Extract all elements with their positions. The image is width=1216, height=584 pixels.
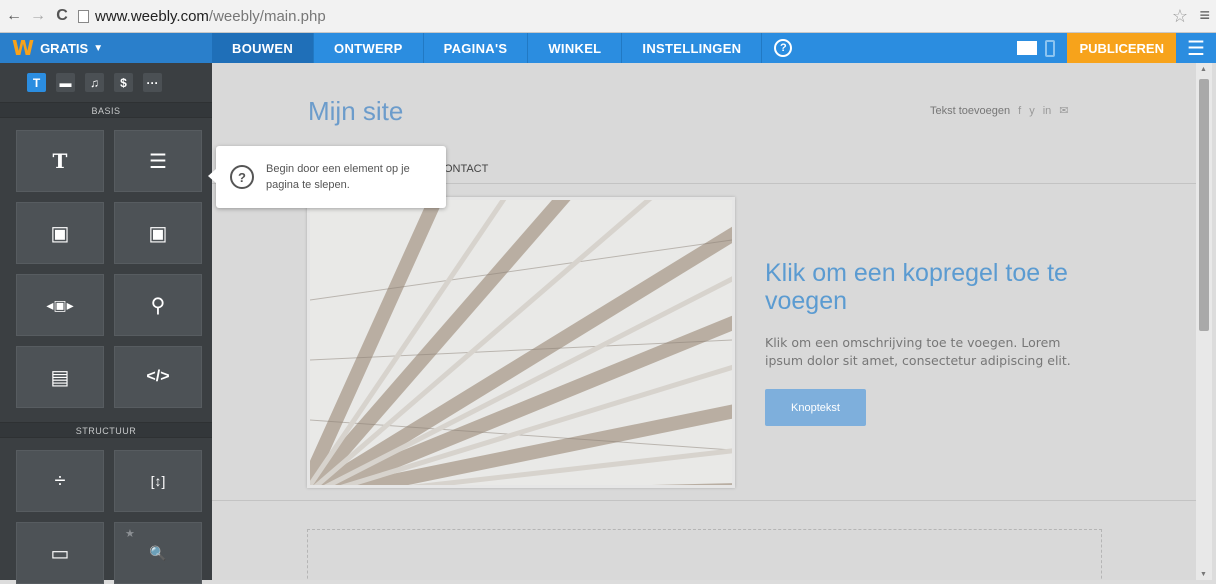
hero-button[interactable]: Knoptekst bbox=[765, 389, 866, 426]
more-category-icon[interactable]: ··· bbox=[143, 73, 162, 92]
tab-paginas[interactable]: PAGINA'S bbox=[424, 33, 529, 63]
text-element[interactable]: ☰ bbox=[114, 130, 202, 192]
forward-icon[interactable]: → bbox=[28, 6, 48, 26]
onboarding-tooltip: ? Begin door een element op je pagina te… bbox=[208, 146, 446, 208]
mail-icon[interactable]: ✉ bbox=[1059, 104, 1068, 117]
basic-elements-grid: T ☰ ▣ ▣ ◂▣▸ ⚲ ▤ </> bbox=[0, 118, 212, 408]
plan-label: GRATIS bbox=[40, 40, 89, 56]
mobile-view-icon[interactable] bbox=[1045, 39, 1056, 57]
back-icon[interactable]: ← bbox=[4, 6, 24, 26]
title-element[interactable]: T bbox=[16, 130, 104, 192]
hamburger-menu-icon[interactable]: ☰ bbox=[1176, 33, 1216, 63]
page-icon bbox=[78, 9, 89, 23]
divider-icon: ÷ bbox=[54, 469, 66, 492]
divider-element[interactable]: ÷ bbox=[16, 450, 104, 512]
wood-beams-image bbox=[310, 200, 732, 485]
hero-description[interactable]: Klik om een omschrijving toe te voegen. … bbox=[765, 334, 1075, 370]
commerce-category-icon[interactable]: $ bbox=[114, 73, 133, 92]
linkedin-icon[interactable]: in bbox=[1043, 105, 1052, 117]
site-canvas: Mijn site Tekst toevoegen f y in ✉ CONTA… bbox=[212, 63, 1196, 580]
form-element[interactable]: ▤ bbox=[16, 346, 104, 408]
tooltip-text: Begin door een element op je pagina te s… bbox=[266, 163, 410, 191]
premium-star-icon: ★ bbox=[125, 528, 135, 540]
element-sidebar: T ▬ ♫ $ ··· BASIS T ☰ ▣ ▣ ◂▣▸ ⚲ ▤ </> ST… bbox=[0, 63, 212, 584]
facebook-icon[interactable]: f bbox=[1018, 105, 1021, 117]
section-label-structuur: STRUCTUUR bbox=[0, 422, 212, 438]
canvas-scrollbar[interactable]: ▲ ▼ bbox=[1196, 63, 1212, 580]
publish-button[interactable]: PUBLICEREN bbox=[1067, 33, 1176, 63]
url-host: www.weebly.com bbox=[95, 7, 209, 25]
weebly-logo-icon: W bbox=[12, 36, 35, 60]
browser-menu-icon[interactable]: ≡ bbox=[1199, 5, 1210, 26]
drop-zone[interactable] bbox=[307, 529, 1102, 580]
site-title[interactable]: Mijn site bbox=[308, 96, 403, 127]
hero-headline[interactable]: Klik om een kopregel toe te voegen bbox=[765, 259, 1095, 315]
map-icon: ⚲ bbox=[150, 294, 166, 317]
gallery-element[interactable]: ▣ bbox=[114, 202, 202, 264]
header-text[interactable]: Tekst toevoegen bbox=[930, 105, 1010, 117]
section-label-basis: BASIS bbox=[0, 102, 212, 118]
spacer-element[interactable]: [↕] bbox=[114, 450, 202, 512]
scroll-thumb[interactable] bbox=[1199, 79, 1209, 331]
tab-instellingen[interactable]: INSTELLINGEN bbox=[622, 33, 763, 63]
gallery-icon: ▣ bbox=[148, 222, 168, 245]
url-path: /weebly/main.php bbox=[208, 7, 326, 25]
button-element[interactable]: ▭ bbox=[16, 522, 104, 584]
slideshow-element[interactable]: ◂▣▸ bbox=[16, 274, 104, 336]
device-toggle bbox=[1017, 33, 1067, 63]
image-icon: ▣ bbox=[50, 222, 70, 245]
category-tabs: T ▬ ♫ $ ··· bbox=[0, 63, 212, 92]
layout-category-icon[interactable]: ▬ bbox=[56, 73, 75, 92]
title-icon: T bbox=[52, 149, 68, 173]
section-divider bbox=[212, 500, 1196, 501]
address-bar[interactable]: www.weebly.com/weebly/main.php bbox=[78, 8, 326, 25]
text-category-icon[interactable]: T bbox=[27, 73, 46, 92]
bookmark-star-icon[interactable]: ☆ bbox=[1172, 6, 1188, 27]
scroll-up-icon[interactable]: ▲ bbox=[1200, 66, 1207, 73]
text-icon: ☰ bbox=[149, 150, 167, 173]
header-tools: Tekst toevoegen f y in ✉ bbox=[930, 104, 1068, 118]
search-icon: 🔍 bbox=[149, 544, 167, 561]
embed-code-element[interactable]: </> bbox=[114, 346, 202, 408]
twitter-icon[interactable]: y bbox=[1029, 105, 1035, 117]
slideshow-icon: ◂▣▸ bbox=[46, 296, 74, 313]
spacer-icon: [↕] bbox=[150, 473, 166, 489]
search-element[interactable]: ★ 🔍 bbox=[114, 522, 202, 584]
reload-icon[interactable]: C bbox=[52, 6, 72, 26]
plan-dropdown[interactable]: W GRATIS ▼ bbox=[0, 33, 212, 63]
tab-winkel[interactable]: WINKEL bbox=[528, 33, 623, 63]
chevron-down-icon: ▼ bbox=[93, 42, 104, 54]
tab-ontwerp[interactable]: ONTWERP bbox=[314, 33, 424, 63]
form-icon: ▤ bbox=[50, 366, 70, 389]
help-icon: ? bbox=[774, 39, 793, 57]
button-icon: ▭ bbox=[50, 542, 70, 565]
question-icon: ? bbox=[230, 165, 254, 189]
app-top-bar: W GRATIS ▼ BOUWEN ONTWERP PAGINA'S WINKE… bbox=[0, 33, 1216, 63]
embed-code-icon: </> bbox=[146, 368, 170, 385]
image-element[interactable]: ▣ bbox=[16, 202, 104, 264]
map-element[interactable]: ⚲ bbox=[114, 274, 202, 336]
structure-elements-grid: ÷ [↕] ▭ ★ 🔍 bbox=[0, 438, 212, 584]
scroll-down-icon[interactable]: ▼ bbox=[1200, 571, 1207, 578]
desktop-view-icon[interactable] bbox=[1017, 41, 1038, 55]
hero-image[interactable] bbox=[307, 197, 735, 488]
media-category-icon[interactable]: ♫ bbox=[85, 73, 104, 92]
tab-bouwen[interactable]: BOUWEN bbox=[212, 33, 315, 63]
browser-toolbar: ← → C www.weebly.com/weebly/main.php ☆ ≡ bbox=[0, 0, 1216, 33]
help-button[interactable]: ? bbox=[762, 33, 804, 63]
